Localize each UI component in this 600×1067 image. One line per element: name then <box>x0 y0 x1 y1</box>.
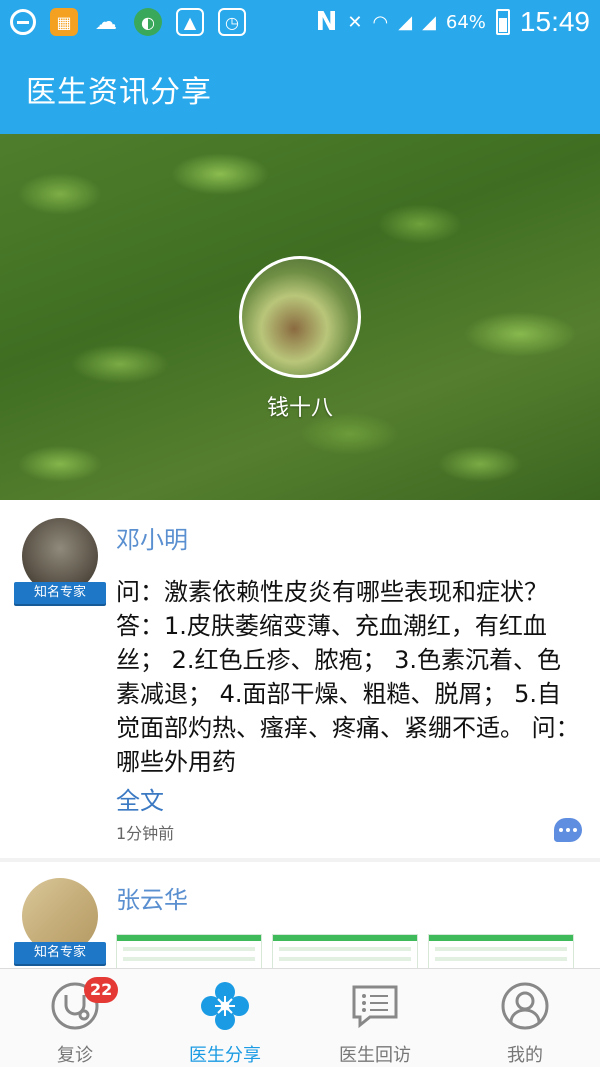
signal-2-icon: ◢ <box>422 11 436 33</box>
battery-percent: 64% <box>445 11 486 33</box>
bottom-nav: 22 复诊 医生分享 医生回访 我的 <box>0 968 600 1067</box>
post-card[interactable]: 知名专家 张云华 <box>0 862 600 968</box>
status-bar: ▦ ☁ ◐ ▲ ◷ N ✕ ◠ ◢ ◢ 64% 15:49 <box>0 0 600 44</box>
author-avatar-wrap[interactable]: 知名专家 <box>14 518 106 608</box>
page-title: 医生资讯分享 <box>26 75 212 110</box>
unread-count-badge: 22 <box>84 977 119 1003</box>
user-icon <box>498 979 552 1033</box>
signal-1-icon: ◢ <box>398 11 413 33</box>
battery-icon <box>495 9 510 35</box>
nav-item-doctor-followup[interactable]: 医生回访 <box>300 969 450 1067</box>
post-image[interactable] <box>428 934 574 968</box>
profile-block: 钱十八 <box>0 256 600 422</box>
profile-header: 钱十八 <box>0 134 600 500</box>
post-card[interactable]: 知名专家 邓小明 问：激素依赖性皮炎有哪些表现和症状？ 答：1.皮肤萎缩变薄、充… <box>0 500 600 858</box>
nav-label: 复诊 <box>57 1045 93 1066</box>
weather-icon: ☁ <box>95 9 117 35</box>
flower-icon <box>198 979 252 1033</box>
chat-list-icon <box>348 979 402 1033</box>
nav-item-doctor-share[interactable]: 医生分享 <box>150 969 300 1067</box>
clock: 15:49 <box>519 6 590 37</box>
post-image[interactable] <box>116 934 262 968</box>
wifi-icon: ◠ <box>372 11 389 33</box>
post-image[interactable] <box>272 934 418 968</box>
profile-avatar[interactable] <box>239 256 361 378</box>
author-avatar-wrap[interactable]: 知名专家 <box>14 878 106 968</box>
nfc-icon: N <box>315 7 338 37</box>
expert-badge: 知名专家 <box>14 942 106 964</box>
post-content: 问：激素依赖性皮炎有哪些表现和症状？ 答：1.皮肤萎缩变薄、充血潮红，有红血丝；… <box>116 578 580 776</box>
profile-name: 钱十八 <box>266 396 333 421</box>
nav-item-mine[interactable]: 我的 <box>450 969 600 1067</box>
nav-label: 我的 <box>507 1045 543 1066</box>
author-name[interactable]: 张云华 <box>116 880 582 915</box>
read-more-link[interactable]: 全文 <box>116 781 582 816</box>
expert-badge: 知名专家 <box>14 582 106 604</box>
browser-icon: ◐ <box>134 8 162 36</box>
post-time: 1分钟前 <box>116 824 175 843</box>
comment-icon[interactable] <box>554 818 582 842</box>
mute-icon: ✕ <box>347 11 363 33</box>
gallery-icon: ▲ <box>176 8 204 36</box>
nav-label: 医生分享 <box>189 1045 261 1066</box>
app-bar: 医生资讯分享 <box>0 44 600 134</box>
nav-label: 医生回访 <box>339 1045 411 1066</box>
nav-item-revisit[interactable]: 22 复诊 <box>0 969 150 1067</box>
phone-clock-icon: ◷ <box>218 8 246 36</box>
do-not-disturb-icon <box>10 9 36 35</box>
author-name[interactable]: 邓小明 <box>116 520 582 555</box>
post-images <box>116 934 574 968</box>
app-store-icon: ▦ <box>50 8 78 36</box>
